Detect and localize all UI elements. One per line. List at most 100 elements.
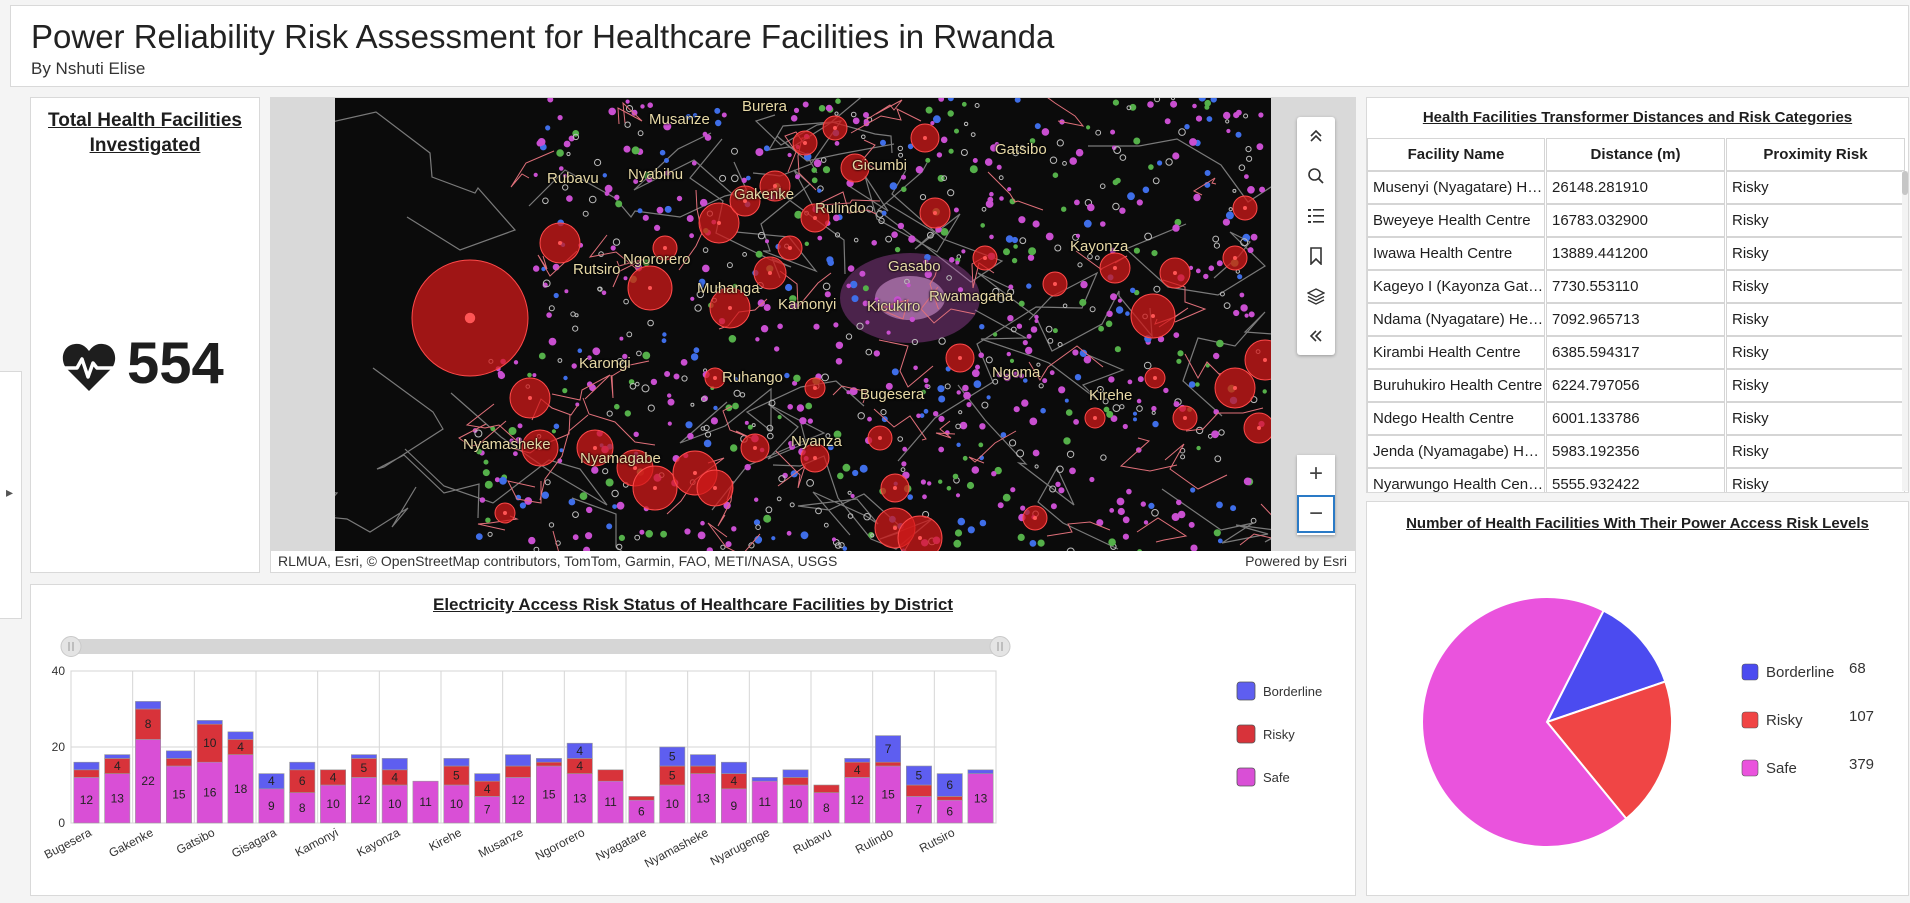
table-row[interactable]: Bweyeye Health Centre 16783.032900 Risky [1367, 204, 1908, 237]
district-label: Kirehe [1089, 387, 1133, 404]
legend-item-safe[interactable]: Safe [1236, 767, 1290, 787]
bar-data-label: 8 [823, 801, 830, 815]
bar-segment-borderline[interactable] [381, 758, 408, 771]
bar-segment-borderline[interactable] [135, 701, 162, 710]
bar-segment-borderline[interactable] [690, 754, 717, 767]
district-label: Nyanza [791, 433, 842, 450]
table-row[interactable]: Nyarwungo Health Centre 5555.932422 Risky [1367, 468, 1908, 492]
legend-list-icon[interactable] [1301, 201, 1331, 231]
bar-data-label: 12 [851, 793, 865, 807]
table-cell: 13889.441200 [1546, 237, 1725, 270]
powered-by-esri[interactable]: Powered by Esri [1245, 553, 1347, 569]
column-header[interactable]: Distance (m) [1546, 138, 1725, 171]
bar-segment-borderline[interactable] [196, 720, 223, 725]
table-row[interactable]: Kageyo I (Kayonza Gatsibo) Health Centre… [1367, 270, 1908, 303]
table-cell: Risky [1726, 435, 1905, 468]
district-bar-chart: 0 20 40 12 13 4 22 8 15 16 10 18 4 9 4 8 6 10 4 12 5 10 4 11 10 5… [42, 636, 1322, 871]
facilities-table-card: Health Facilities Transformer Distances … [1366, 97, 1909, 493]
legend-item-risky[interactable]: Risky [1236, 724, 1295, 744]
bar-segment-risky[interactable] [166, 758, 192, 767]
bar-segment-risky[interactable] [597, 769, 624, 782]
search-icon[interactable] [1301, 161, 1331, 191]
bar-data-label: 4 [391, 770, 398, 784]
bookmark-icon[interactable] [1301, 241, 1331, 271]
table-cell: Risky [1726, 402, 1905, 435]
bar-segment-borderline[interactable] [474, 773, 501, 782]
bar-segment-borderline[interactable] [350, 754, 377, 759]
table-row[interactable]: Iwawa Health Centre 13889.441200 Risky [1367, 237, 1908, 270]
bar-data-label: 11 [604, 795, 617, 809]
bar-segment-risky[interactable] [73, 769, 100, 778]
column-header[interactable]: Facility Name [1367, 138, 1545, 171]
table-scrollbar[interactable] [1902, 171, 1908, 491]
x-tick-label: Nyarugenge [708, 825, 773, 868]
table-row[interactable]: Buruhukiro Health Centre 6224.797056 Risky [1367, 369, 1908, 402]
range-slider-start-handle[interactable] [60, 636, 82, 657]
bar-data-label: 6 [946, 778, 953, 792]
total-card-title: Total Health Facilities Investigated [48, 110, 242, 156]
bar-segment-risky[interactable] [813, 784, 840, 793]
bar-segment-borderline[interactable] [751, 777, 778, 782]
bar-data-label: 9 [731, 799, 738, 813]
bar-segment-borderline[interactable] [782, 769, 809, 778]
bar-data-label: 4 [854, 763, 861, 777]
table-cell: Risky [1726, 303, 1905, 336]
bar-segment-risky[interactable] [535, 761, 562, 767]
table-cell: 5983.192356 [1546, 435, 1725, 468]
heart-pulse-icon [62, 343, 116, 391]
map-panel[interactable]: Burera Musanze Gatsibo Rubavu Nyabihu Gicumbi… [270, 97, 1356, 573]
table-cell: 5555.932422 [1546, 468, 1725, 492]
zoom-out-button[interactable]: − [1297, 495, 1335, 533]
layers-icon[interactable] [1301, 281, 1331, 311]
table-row[interactable]: Kirambi Health Centre 6385.594317 Risky [1367, 336, 1908, 369]
pie-legend-safe[interactable]: Safe 379 [1741, 756, 1874, 777]
bar-segment-borderline[interactable] [73, 761, 100, 771]
bar-segment-risky[interactable] [875, 761, 902, 767]
column-header[interactable]: Proximity Risk [1726, 138, 1905, 171]
page-subtitle: By Nshuti Elise [31, 59, 146, 78]
bar-data-label: 5 [669, 769, 676, 783]
table-row[interactable]: Musenyi (Nyagatare) Health Centre26148.2… [1367, 171, 1908, 204]
legend-item-borderline[interactable]: Borderline [1236, 681, 1322, 701]
bar-segment-risky[interactable] [505, 765, 531, 778]
bar-segment-risky[interactable] [905, 784, 932, 797]
table-row[interactable]: Jenda (Nyamagabe) Health Centre5983.1923… [1367, 435, 1908, 468]
bar-segment-borderline[interactable] [505, 754, 531, 767]
table-row[interactable]: Ndama (Nyagatare) Health Centre7092.9657… [1367, 303, 1908, 336]
bar-segment-risky[interactable] [782, 777, 809, 786]
table-row[interactable]: Ndego Health Centre 6001.133786 Risky [1367, 402, 1908, 435]
y-tick-label: 0 [58, 816, 65, 830]
bar-segment-borderline[interactable] [104, 754, 131, 759]
pie-legend-risky[interactable]: Risky 107 [1741, 708, 1874, 729]
table-cell: Jenda (Nyamagabe) Health Centre [1367, 435, 1545, 468]
bar-segment-borderline[interactable] [844, 758, 871, 763]
facilities-map-layer[interactable] [335, 98, 1271, 552]
map-toolbar [1297, 117, 1335, 355]
table-scroll-thumb[interactable] [1902, 171, 1908, 195]
side-panel-toggle[interactable]: ▸ [0, 371, 22, 619]
bar-segment-borderline[interactable] [535, 758, 562, 763]
bar-segment-borderline[interactable] [967, 769, 994, 774]
bar-data-label: 4 [114, 759, 121, 773]
collapse-up-icon[interactable] [1301, 121, 1331, 151]
range-slider-track[interactable] [71, 639, 1000, 654]
bar-segment-risky[interactable] [628, 796, 655, 801]
pie-legend-borderline[interactable]: Borderline 68 [1741, 660, 1866, 681]
bar-data-label: 5 [669, 750, 676, 764]
collapse-left-icon[interactable] [1301, 321, 1331, 351]
bar-segment-borderline[interactable] [166, 750, 192, 759]
zoom-in-button[interactable]: + [1297, 455, 1335, 493]
bar-segment-borderline[interactable] [443, 758, 470, 767]
bar-data-label: 9 [268, 799, 275, 813]
bar-segment-borderline[interactable] [720, 761, 747, 774]
bar-segment-borderline[interactable] [227, 731, 254, 740]
legend-label: Risky [1263, 727, 1295, 742]
expand-right-icon[interactable]: ▸ [6, 484, 13, 501]
basemap[interactable]: Burera Musanze Gatsibo Rubavu Nyabihu Gicumbi… [271, 98, 1355, 552]
bar-segment-risky[interactable] [936, 796, 963, 801]
night-lights-layer[interactable]: Burera Musanze Gatsibo Rubavu Nyabihu Gicumbi… [335, 98, 1271, 552]
range-slider-end-handle[interactable] [989, 636, 1011, 657]
bar-segment-borderline[interactable] [289, 761, 316, 771]
bar-segment-risky[interactable] [690, 765, 717, 774]
bar-data-label: 13 [111, 791, 125, 805]
